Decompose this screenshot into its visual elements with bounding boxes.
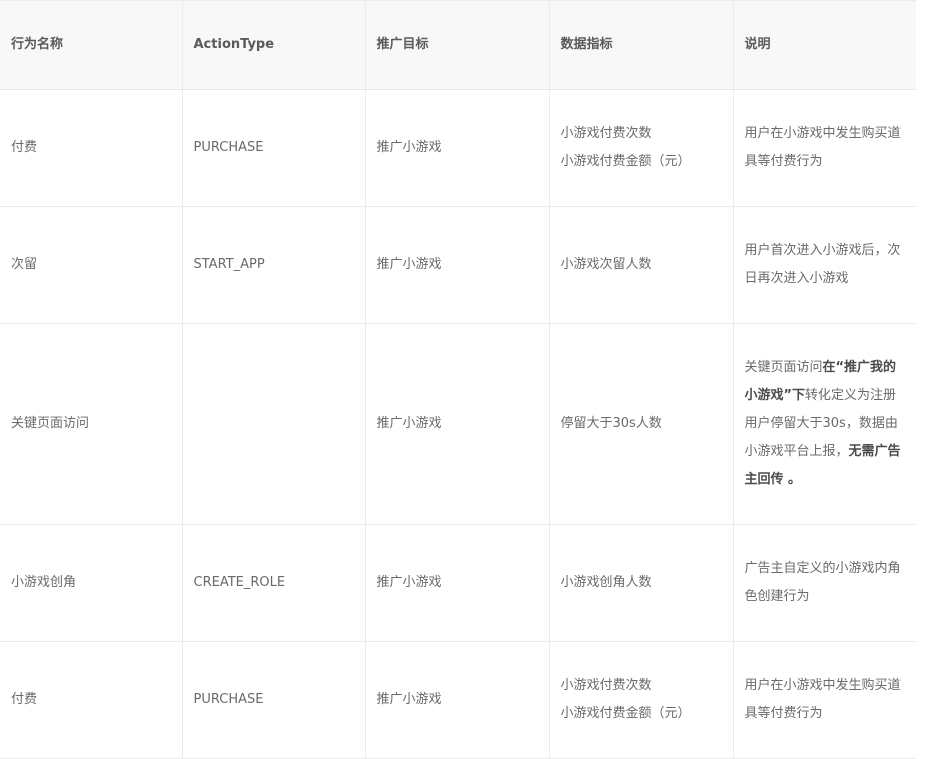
cell-action-type: PURCHASE (182, 641, 366, 759)
cell-behavior-name: 关键页面访问 (0, 323, 183, 525)
cell-action-type: START_APP (182, 206, 366, 324)
description-part: 关键页面访问 (744, 360, 823, 375)
cell-metrics: 小游戏付费次数 小游戏付费金额（元） (549, 641, 734, 759)
metric-item: 小游戏付费次数 (560, 126, 652, 141)
metric-item: 小游戏付费金额（元） (560, 706, 691, 721)
cell-description: 用户在小游戏中发生购买道具等付费行为 (733, 641, 916, 759)
header-promotion-goal: 推广目标 (365, 0, 550, 90)
cell-behavior-name: 付费 (0, 89, 183, 207)
description-text: 用户在小游戏中发生购买道具等付费行为 (744, 126, 901, 169)
cell-goal: 推广小游戏 (365, 89, 550, 207)
description-text: 关键页面访问在“推广我的小游戏”下转化定义为注册用户停留大于30s，数据由小游戏… (745, 354, 905, 494)
cell-goal: 推广小游戏 (365, 206, 550, 324)
cell-action-type: PURCHASE (182, 89, 366, 207)
header-behavior-name: 行为名称 (0, 0, 183, 90)
table-row: 付费 PURCHASE 推广小游戏 小游戏付费次数 小游戏付费金额（元） 用户在… (0, 641, 916, 759)
table-row: 小游戏创角 CREATE_ROLE 推广小游戏 小游戏创角人数 广告主自定义的小… (0, 524, 916, 642)
table-row: 次留 START_APP 推广小游戏 小游戏次留人数 用户首次进入小游戏后，次日… (0, 206, 916, 324)
metric-item: 小游戏创角人数 (560, 575, 652, 590)
cell-action-type (182, 323, 366, 525)
cell-description: 用户在小游戏中发生购买道具等付费行为 (733, 89, 916, 207)
table-header-row: 行为名称 ActionType 推广目标 数据指标 说明 (0, 0, 916, 90)
table-row: 关键页面访问 推广小游戏 停留大于30s人数 关键页面访问在“推广我的小游戏”下… (0, 323, 916, 525)
metric-item: 小游戏付费金额（元） (560, 154, 691, 169)
cell-goal: 推广小游戏 (365, 641, 550, 759)
action-type-table: 行为名称 ActionType 推广目标 数据指标 说明 付费 PURCHASE… (0, 0, 916, 759)
table-row: 付费 PURCHASE 推广小游戏 小游戏付费次数 小游戏付费金额（元） 用户在… (0, 89, 916, 207)
cell-description: 用户首次进入小游戏后，次日再次进入小游戏 (733, 206, 916, 324)
cell-metrics: 小游戏次留人数 (549, 206, 734, 324)
cell-action-type: CREATE_ROLE (182, 524, 366, 642)
cell-description: 广告主自定义的小游戏内角色创建行为 (733, 524, 916, 642)
cell-goal: 推广小游戏 (365, 524, 550, 642)
header-action-type: ActionType (182, 0, 366, 90)
cell-behavior-name: 付费 (0, 641, 183, 759)
description-text: 用户在小游戏中发生购买道具等付费行为 (744, 678, 901, 721)
description-text: 广告主自定义的小游戏内角色创建行为 (744, 561, 901, 604)
cell-metrics: 小游戏付费次数 小游戏付费金额（元） (549, 89, 734, 207)
cell-description: 关键页面访问在“推广我的小游戏”下转化定义为注册用户停留大于30s，数据由小游戏… (733, 323, 916, 525)
cell-metrics: 停留大于30s人数 (549, 323, 734, 525)
header-data-metrics: 数据指标 (549, 0, 734, 90)
description-text: 用户首次进入小游戏后，次日再次进入小游戏 (744, 243, 901, 286)
header-description: 说明 (733, 0, 916, 90)
cell-metrics: 小游戏创角人数 (549, 524, 734, 642)
cell-behavior-name: 小游戏创角 (0, 524, 183, 642)
cell-goal: 推广小游戏 (365, 323, 550, 525)
metric-item: 停留大于30s人数 (560, 416, 662, 431)
metric-item: 小游戏付费次数 (560, 678, 652, 693)
metric-item: 小游戏次留人数 (560, 257, 652, 272)
cell-behavior-name: 次留 (0, 206, 183, 324)
